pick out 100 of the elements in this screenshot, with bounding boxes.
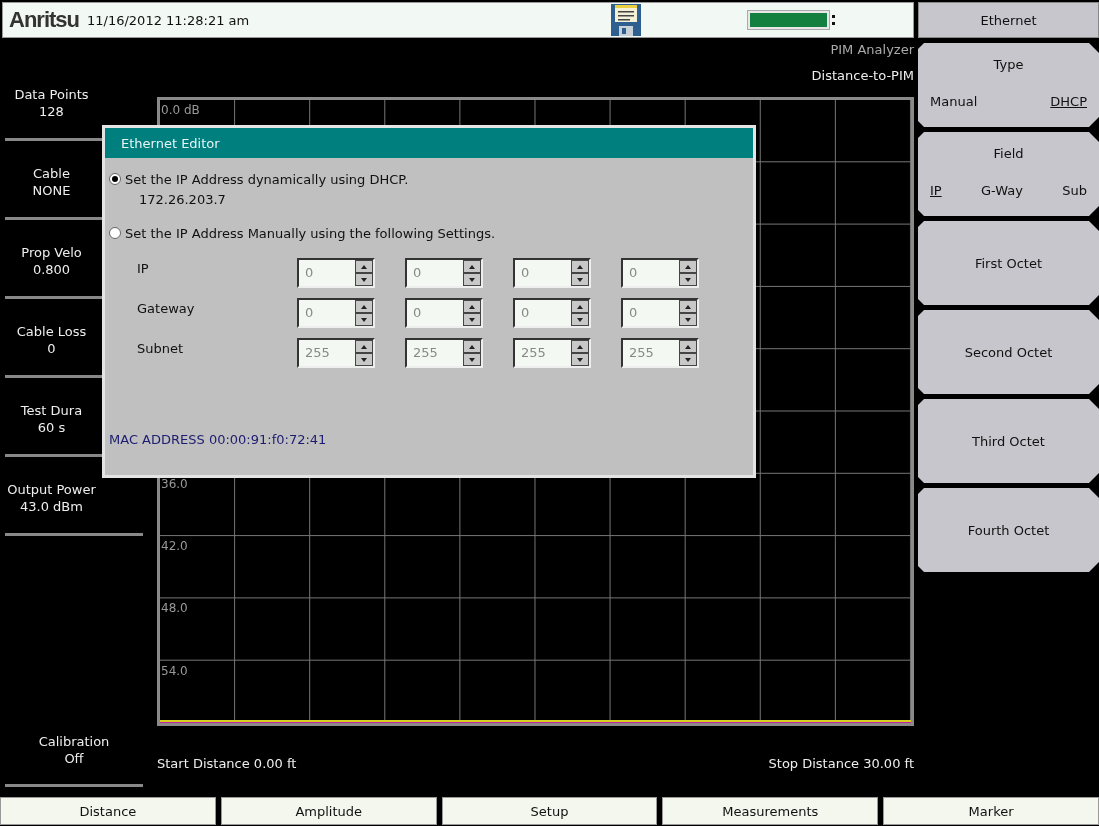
parameter-value: 0.800 [32, 261, 71, 278]
spin-up-button[interactable] [355, 340, 373, 353]
menu-tab[interactable]: Setup [441, 797, 658, 825]
parameter-label: Data Points [14, 86, 89, 103]
spin-down-button[interactable] [571, 273, 589, 286]
arrow-up-icon [361, 344, 367, 349]
spin-down-button[interactable] [355, 273, 373, 286]
menu-tab[interactable]: Amplitude [220, 797, 437, 825]
arrow-up-icon [361, 264, 367, 269]
axis-label: 0.0 dB [161, 103, 200, 117]
parameter-label: Prop Velo [21, 244, 82, 261]
softkey-button[interactable]: Fourth Octet [918, 488, 1099, 572]
softkey-option[interactable]: Manual [930, 94, 978, 109]
field-value: 0 [413, 265, 422, 281]
calibration-value: Off [64, 750, 84, 767]
field-value: 255 [413, 345, 438, 361]
spin-up-button[interactable] [571, 300, 589, 313]
field-value: 0 [305, 265, 314, 281]
spin-up-button[interactable] [679, 340, 697, 353]
spin-down-button[interactable] [571, 353, 589, 366]
arrow-up-icon [361, 304, 367, 309]
arrow-down-icon [469, 277, 475, 282]
menu-title: Ethernet [918, 2, 1099, 38]
spin-down-button[interactable] [679, 273, 697, 286]
spin-down-button[interactable] [679, 313, 697, 326]
mac-address: MAC ADDRESS 00:00:91:f0:72:41 [109, 432, 328, 447]
radio-label: Set the IP Address Manually using the following Settings. [125, 225, 496, 243]
field-value: 255 [521, 345, 546, 361]
arrow-up-icon [685, 304, 691, 309]
spin-down-button[interactable] [463, 313, 481, 326]
spin-up-button[interactable] [355, 300, 373, 313]
arrow-up-icon [685, 344, 691, 349]
arrow-up-icon [469, 344, 475, 349]
ip-address: 172.26.203.7 [138, 191, 227, 209]
logo: Anritsu [9, 7, 79, 33]
parameter-value: 43.0 dBm [20, 498, 83, 515]
arrow-down-icon [577, 317, 583, 322]
softkey-button[interactable]: Second Octet [918, 310, 1099, 394]
radio-button[interactable] [109, 173, 121, 185]
menu-tab[interactable]: Measurements [662, 797, 879, 825]
softkey-option[interactable]: DHCP [1050, 94, 1087, 109]
field-value: 255 [629, 345, 654, 361]
measurement-name: Distance-to-PIM [811, 67, 914, 85]
parameter-label: Test Dura [20, 402, 83, 419]
spin-up-button[interactable] [463, 260, 481, 273]
parameter-label: Cable [33, 165, 70, 182]
arrow-up-icon [469, 264, 475, 269]
parameter-value: 128 [39, 103, 64, 120]
softkey-label: Field [993, 146, 1024, 161]
arrow-up-icon [577, 344, 583, 349]
spin-down-button[interactable] [355, 313, 373, 326]
spin-up-button[interactable] [679, 300, 697, 313]
field-label: IP [137, 260, 150, 278]
parameter-label: Cable Loss [16, 323, 87, 340]
calibration-label: Calibration [38, 733, 110, 750]
spin-down-button[interactable] [463, 353, 481, 366]
field-value: 0 [413, 305, 422, 321]
menu-tab[interactable]: Distance [0, 797, 216, 825]
arrow-down-icon [577, 357, 583, 362]
arrow-down-icon [361, 277, 367, 282]
toggle-softkey[interactable]: Type Manual DHCP [918, 43, 1099, 127]
spin-down-button[interactable] [679, 353, 697, 366]
spin-up-button[interactable] [463, 300, 481, 313]
softkey-option[interactable]: IP [930, 183, 942, 198]
softkey-button[interactable]: First Octet [918, 221, 1099, 305]
parameter-value: NONE [32, 182, 71, 199]
axis-label: 48.0 [161, 601, 188, 616]
arrow-down-icon [685, 357, 691, 362]
softkey-option[interactable]: G-Way [981, 183, 1023, 198]
menu-tab[interactable]: Marker [883, 797, 1099, 825]
arrow-up-icon [577, 264, 583, 269]
spin-down-button[interactable] [463, 273, 481, 286]
parameter-value: 0 [47, 340, 56, 357]
softkey-option[interactable]: Sub [1062, 183, 1087, 198]
axis-label: 42.0 [161, 539, 188, 554]
arrow-down-icon [469, 317, 475, 322]
field-value: 0 [521, 265, 530, 281]
stop-distance: Stop Distance 30.00 ft [768, 756, 914, 771]
field-value: 0 [305, 305, 314, 321]
dialog-title-bar: Ethernet Editor [105, 128, 753, 158]
softkey-button[interactable]: Third Octet [918, 399, 1099, 483]
axis-label: 36.0 [161, 476, 188, 491]
spin-down-button[interactable] [571, 313, 589, 326]
spin-up-button[interactable] [571, 340, 589, 353]
spin-up-button[interactable] [463, 340, 481, 353]
spin-up-button[interactable] [355, 260, 373, 273]
spin-up-button[interactable] [679, 260, 697, 273]
axis-label: 54.0 [161, 663, 188, 678]
battery-icon [747, 10, 837, 30]
start-distance: Start Distance 0.00 ft [157, 756, 297, 771]
arrow-down-icon [685, 277, 691, 282]
spin-up-button[interactable] [571, 260, 589, 273]
arrow-down-icon [361, 317, 367, 322]
radio-button[interactable] [109, 227, 121, 239]
field-value: 0 [521, 305, 530, 321]
parameter-value: 60 s [37, 419, 66, 436]
toggle-softkey[interactable]: Field IP G-Way Sub [918, 132, 1099, 216]
arrow-up-icon [577, 304, 583, 309]
spin-down-button[interactable] [355, 353, 373, 366]
field-value: 0 [629, 265, 638, 281]
